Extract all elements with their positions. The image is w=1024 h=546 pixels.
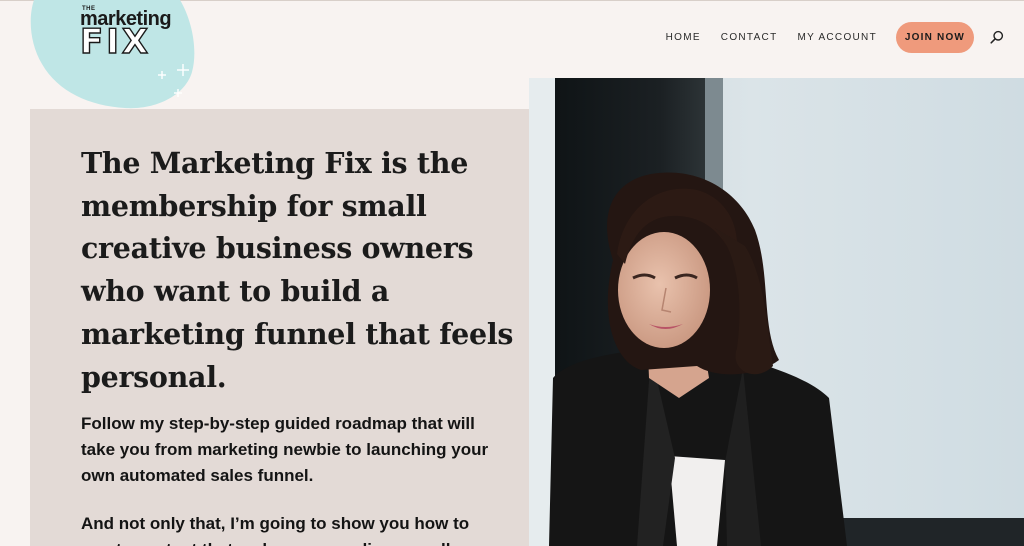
- nav-home-link[interactable]: HOME: [666, 32, 701, 43]
- hero-paragraph-roadmap: Follow my step-by-step guided roadmap th…: [81, 414, 489, 485]
- nav-contact-link[interactable]: CONTACT: [721, 32, 778, 43]
- hero-headline: The Marketing Fix is the membership for …: [81, 146, 514, 394]
- hero-text-panel: The Marketing Fix is the membership for …: [30, 109, 529, 546]
- site-logo[interactable]: THE marketing FIX: [20, 0, 200, 112]
- nav-my-account-link[interactable]: MY ACCOUNT: [798, 32, 878, 43]
- search-icon[interactable]: [990, 30, 1004, 44]
- portrait-illustration: [529, 78, 1024, 546]
- main-nav: HOME CONTACT MY ACCOUNT JOIN NOW: [666, 21, 1004, 53]
- hero-paragraph-content: And not only that, I’m going to show you…: [81, 514, 470, 546]
- hero-portrait-photo: [529, 78, 1024, 546]
- logo-fix-text: FIX: [79, 22, 152, 62]
- join-now-button[interactable]: JOIN NOW: [896, 21, 974, 53]
